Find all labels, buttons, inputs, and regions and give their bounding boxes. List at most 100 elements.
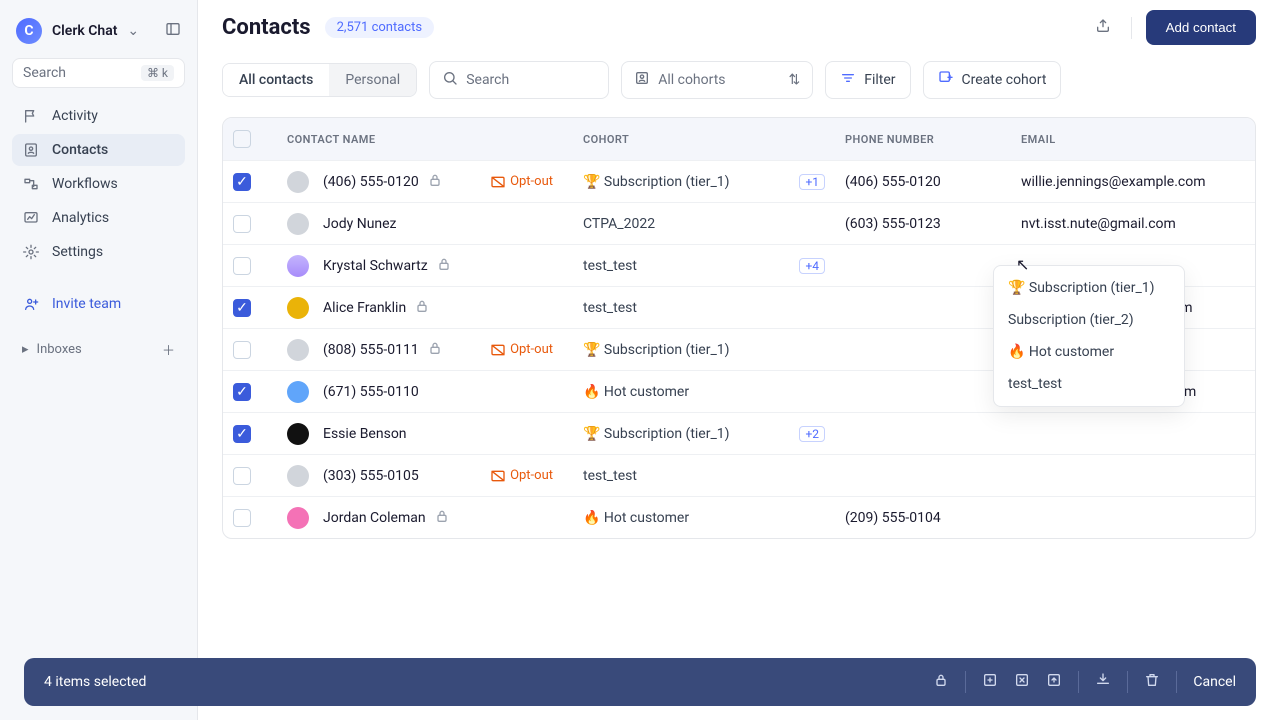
cohort-select[interactable]: All cohorts ⇅ [621, 61, 813, 99]
table-row[interactable]: Jordan Coleman🔥 Hot customer(209) 555-01… [223, 496, 1255, 538]
contacts-icon [22, 142, 40, 158]
phone-value [835, 455, 1011, 496]
remove-from-icon[interactable] [1014, 672, 1030, 692]
cohort-more-badge[interactable]: +1 [799, 174, 825, 190]
move-to-icon[interactable] [1046, 672, 1062, 692]
nav-label: Settings [52, 244, 103, 260]
popover-item[interactable]: Subscription (tier_2) [994, 304, 1184, 336]
cohort-label: All cohorts [658, 72, 725, 88]
cancel-button[interactable]: Cancel [1193, 674, 1236, 690]
row-checkbox[interactable]: ✓ [233, 299, 251, 317]
lock-icon[interactable] [933, 672, 949, 692]
cohort-more-badge[interactable]: +4 [799, 258, 825, 274]
contact-name: Jordan Coleman [323, 510, 426, 526]
sidebar-search[interactable]: Search ⌘ k [12, 58, 185, 88]
table-row[interactable]: ✓Essie Benson🏆 Subscription (tier_1)+2 [223, 412, 1255, 454]
delete-icon[interactable] [1144, 672, 1160, 692]
email-value: nvt.isst.nute@gmail.com [1011, 203, 1255, 244]
nav-workflows[interactable]: Workflows [12, 168, 185, 200]
add-contact-button[interactable]: Add contact [1146, 10, 1256, 45]
create-cohort-button[interactable]: Create cohort [923, 61, 1062, 99]
nav-analytics[interactable]: Analytics [12, 202, 185, 234]
sort-icon: ⇅ [788, 72, 800, 88]
page-title: Contacts [222, 15, 311, 40]
tab-personal[interactable]: Personal [329, 64, 416, 96]
row-checkbox[interactable] [233, 509, 251, 527]
email-value [1011, 497, 1255, 538]
cohort-value: 🔥 Hot customer [583, 384, 689, 400]
nav-activity[interactable]: Activity [12, 100, 185, 132]
avatar [287, 213, 309, 235]
create-cohort-label: Create cohort [962, 72, 1047, 88]
selection-bar: 4 items selected Cancel [24, 658, 1256, 706]
popover-item[interactable]: 🔥 Hot customer [994, 336, 1184, 368]
cohort-value: test_test [583, 258, 637, 274]
nav-invite-team[interactable]: Invite team [12, 288, 185, 320]
row-checkbox[interactable] [233, 257, 251, 275]
nav-label: Activity [52, 108, 98, 124]
select-all-checkbox[interactable] [233, 130, 251, 148]
inboxes-label: Inboxes [37, 342, 82, 357]
cohort-value: 🏆 Subscription (tier_1) [583, 342, 730, 358]
search-placeholder: Search [466, 72, 509, 88]
phone-value [835, 371, 1011, 412]
add-to-icon[interactable] [982, 672, 998, 692]
avatar [287, 507, 309, 529]
lock-icon [427, 340, 443, 359]
nav-label: Workflows [52, 176, 118, 192]
popover-item[interactable]: 🏆 Subscription (tier_1) [994, 272, 1184, 304]
download-icon[interactable] [1095, 672, 1111, 692]
selection-count: 4 items selected [44, 674, 146, 690]
col-name[interactable]: CONTACT NAME [277, 130, 573, 148]
main: Contacts 2,571 contacts Add contact All … [198, 0, 1280, 720]
col-email[interactable]: EMAIL [1011, 130, 1255, 148]
contact-name: Krystal Schwartz [323, 258, 428, 274]
email-value: willie.jennings@example.com [1011, 161, 1255, 202]
cohort-value: test_test [583, 300, 637, 316]
contact-tabs: All contacts Personal [222, 63, 417, 97]
phone-value: (209) 555-0104 [835, 497, 1011, 538]
panel-icon[interactable] [165, 21, 181, 41]
avatar [287, 423, 309, 445]
table-row[interactable]: (303) 555-0105Opt-outtest_test [223, 454, 1255, 496]
workspace-switcher[interactable]: C Clerk Chat ⌄ [12, 12, 185, 58]
contact-name: Essie Benson [323, 426, 407, 442]
phone-value [835, 413, 1011, 454]
email-value [1011, 413, 1255, 454]
col-cohort[interactable]: COHORT [573, 130, 835, 148]
col-phone[interactable]: PHONE NUMBER [835, 130, 1011, 148]
row-checkbox[interactable] [233, 341, 251, 359]
lock-icon [434, 508, 450, 527]
inboxes-header[interactable]: ▸Inboxes ＋ [12, 334, 185, 365]
filter-icon [840, 70, 856, 90]
row-checkbox[interactable] [233, 215, 251, 233]
table-row[interactable]: ✓(406) 555-0120Opt-out🏆 Subscription (ti… [223, 160, 1255, 202]
cohort-value: test_test [583, 468, 637, 484]
search-shortcut: ⌘ k [141, 65, 174, 81]
flag-icon [22, 108, 40, 124]
export-icon[interactable] [1089, 12, 1117, 44]
nav-label: Invite team [52, 296, 121, 312]
cohort-icon [634, 70, 650, 90]
tab-all-contacts[interactable]: All contacts [223, 64, 329, 96]
popover-item[interactable]: test_test [994, 368, 1184, 400]
add-inbox-icon[interactable]: ＋ [162, 340, 175, 359]
row-checkbox[interactable]: ✓ [233, 173, 251, 191]
row-checkbox[interactable]: ✓ [233, 425, 251, 443]
row-checkbox[interactable]: ✓ [233, 383, 251, 401]
avatar [287, 255, 309, 277]
cohort-more-badge[interactable]: +2 [799, 426, 825, 442]
contacts-search[interactable]: Search [429, 61, 609, 99]
avatar [287, 171, 309, 193]
table-row[interactable]: Jody NunezCTPA_2022(603) 555-0123nvt.iss… [223, 202, 1255, 244]
phone-value [835, 329, 1011, 370]
nav: Activity Contacts Workflows Analytics Se… [12, 100, 185, 320]
filter-button[interactable]: Filter [825, 61, 910, 99]
toolbar: All contacts Personal Search All cohorts… [198, 55, 1280, 117]
phone-value [835, 245, 1011, 286]
contacts-count: 2,571 contacts [325, 17, 435, 38]
row-checkbox[interactable] [233, 467, 251, 485]
nav-contacts[interactable]: Contacts [12, 134, 185, 166]
nav-settings[interactable]: Settings [12, 236, 185, 268]
avatar [287, 465, 309, 487]
